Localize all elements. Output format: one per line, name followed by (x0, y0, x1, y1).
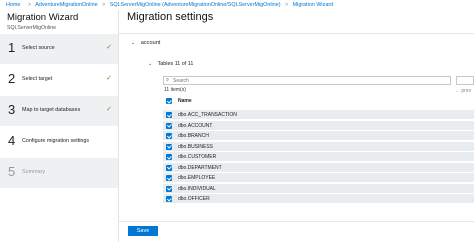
panel-divider (118, 10, 119, 242)
table-name: dbo.BRANCH (178, 133, 209, 140)
table-row[interactable]: dbo.BRANCH (163, 131, 474, 142)
step-number: 3 (8, 102, 16, 117)
breadcrumb-item-resource-group[interactable]: AdventureMigrationOnline (35, 2, 97, 8)
breadcrumb-home[interactable]: Home (6, 2, 20, 8)
item-count: 11 item(s) (164, 87, 186, 93)
breadcrumb-item-wizard[interactable]: Migration Wizard (293, 2, 333, 8)
account-label: account (140, 40, 161, 46)
prev-page-link[interactable]: ← prev (455, 88, 471, 94)
check-icon: ✓ (106, 44, 112, 51)
table-header-row: Name (163, 96, 474, 107)
row-checkbox[interactable] (166, 143, 172, 150)
table-name: dbo.CUSTOMER (178, 154, 217, 161)
account-section-toggle[interactable]: ⌄ account (131, 40, 160, 46)
breadcrumb-item-project[interactable]: SQLServerMigOnline (AdventureMigrationOn… (110, 2, 281, 8)
step-label: Summary (22, 169, 46, 175)
row-checkbox[interactable] (166, 122, 172, 129)
row-checkbox[interactable] (166, 175, 172, 181)
wizard-subtitle: SQLServerMigOnline (7, 25, 57, 31)
search-box[interactable]: ⌕ (163, 76, 451, 85)
tables-label: Tables 11 of 11 (157, 61, 194, 67)
breadcrumb: Home > AdventureMigrationOnline > SQLSer… (6, 2, 333, 8)
wizard-header: Migration Wizard SQLServerMigOnline (0, 10, 118, 35)
table-row[interactable]: dbo.INDIVIDUAL (163, 183, 474, 194)
footer-divider (119, 221, 474, 222)
top-bar: Home > AdventureMigrationOnline > SQLSer… (0, 0, 474, 10)
secondary-filter-box[interactable] (456, 76, 474, 85)
step-label: Select source (22, 45, 55, 51)
table-row[interactable]: dbo.OFFICER (163, 194, 474, 205)
table-name: dbo.INDIVIDUAL (178, 185, 216, 192)
column-header-name: Name (178, 98, 192, 105)
step-number: 5 (8, 164, 16, 179)
title-divider (119, 33, 474, 34)
row-checkbox[interactable] (166, 154, 172, 160)
step-select-source[interactable]: 1 Select source ✓ (0, 34, 118, 64)
table-name: dbo.ACCOUNT (178, 122, 213, 129)
row-checkbox[interactable] (166, 112, 172, 118)
check-icon: ✓ (106, 106, 112, 113)
table-name: dbo.DEPARTMENT (178, 164, 222, 171)
search-icon: ⌕ (166, 77, 170, 83)
select-all-checkbox[interactable] (166, 98, 172, 104)
table-name: dbo.ACC_TRANSACTION (178, 112, 237, 119)
breadcrumb-separator: > (285, 2, 289, 8)
row-checkbox[interactable] (166, 185, 172, 192)
breadcrumb-separator: > (102, 2, 106, 8)
step-number: 2 (8, 71, 16, 86)
step-number: 4 (8, 133, 16, 148)
table-row[interactable]: dbo.ACCOUNT (163, 120, 474, 131)
row-checkbox[interactable] (166, 133, 172, 139)
row-checkbox[interactable] (166, 164, 172, 171)
step-label: Map to target databases (22, 107, 81, 113)
table-name: dbo.EMPLOYEE (178, 175, 216, 182)
table-row[interactable]: dbo.DEPARTMENT (163, 162, 474, 173)
breadcrumb-separator: > (27, 2, 32, 8)
table-row[interactable]: dbo.EMPLOYEE (163, 173, 474, 184)
search-input[interactable] (173, 77, 448, 84)
page-title: Migration settings (127, 11, 214, 23)
table-row[interactable]: dbo.BUSINESS (163, 141, 474, 152)
check-icon: ✓ (106, 75, 112, 82)
wizard-title: Migration Wizard (7, 12, 79, 23)
row-checkbox[interactable] (166, 196, 172, 202)
chevron-down-icon: ⌄ (148, 61, 153, 67)
step-configure-settings[interactable]: 4 Configure migration settings (0, 127, 118, 157)
step-label: Configure migration settings (22, 138, 90, 144)
table-row[interactable]: dbo.ACC_TRANSACTION (163, 110, 474, 121)
save-button[interactable]: Save (128, 226, 158, 236)
step-summary[interactable]: 5 Summary (0, 158, 118, 188)
table-row[interactable]: dbo.CUSTOMER (163, 152, 474, 163)
tables-section-toggle[interactable]: ⌄ Tables 11 of 11 (148, 61, 193, 67)
chevron-down-icon: ⌄ (131, 40, 136, 46)
step-map-databases[interactable]: 3 Map to target databases ✓ (0, 96, 118, 126)
table-name: dbo.OFFICER (178, 196, 210, 203)
step-label: Select target (22, 76, 53, 82)
step-number: 1 (8, 40, 16, 55)
table-name: dbo.BUSINESS (178, 143, 214, 150)
step-select-target[interactable]: 2 Select target ✓ (0, 65, 118, 95)
